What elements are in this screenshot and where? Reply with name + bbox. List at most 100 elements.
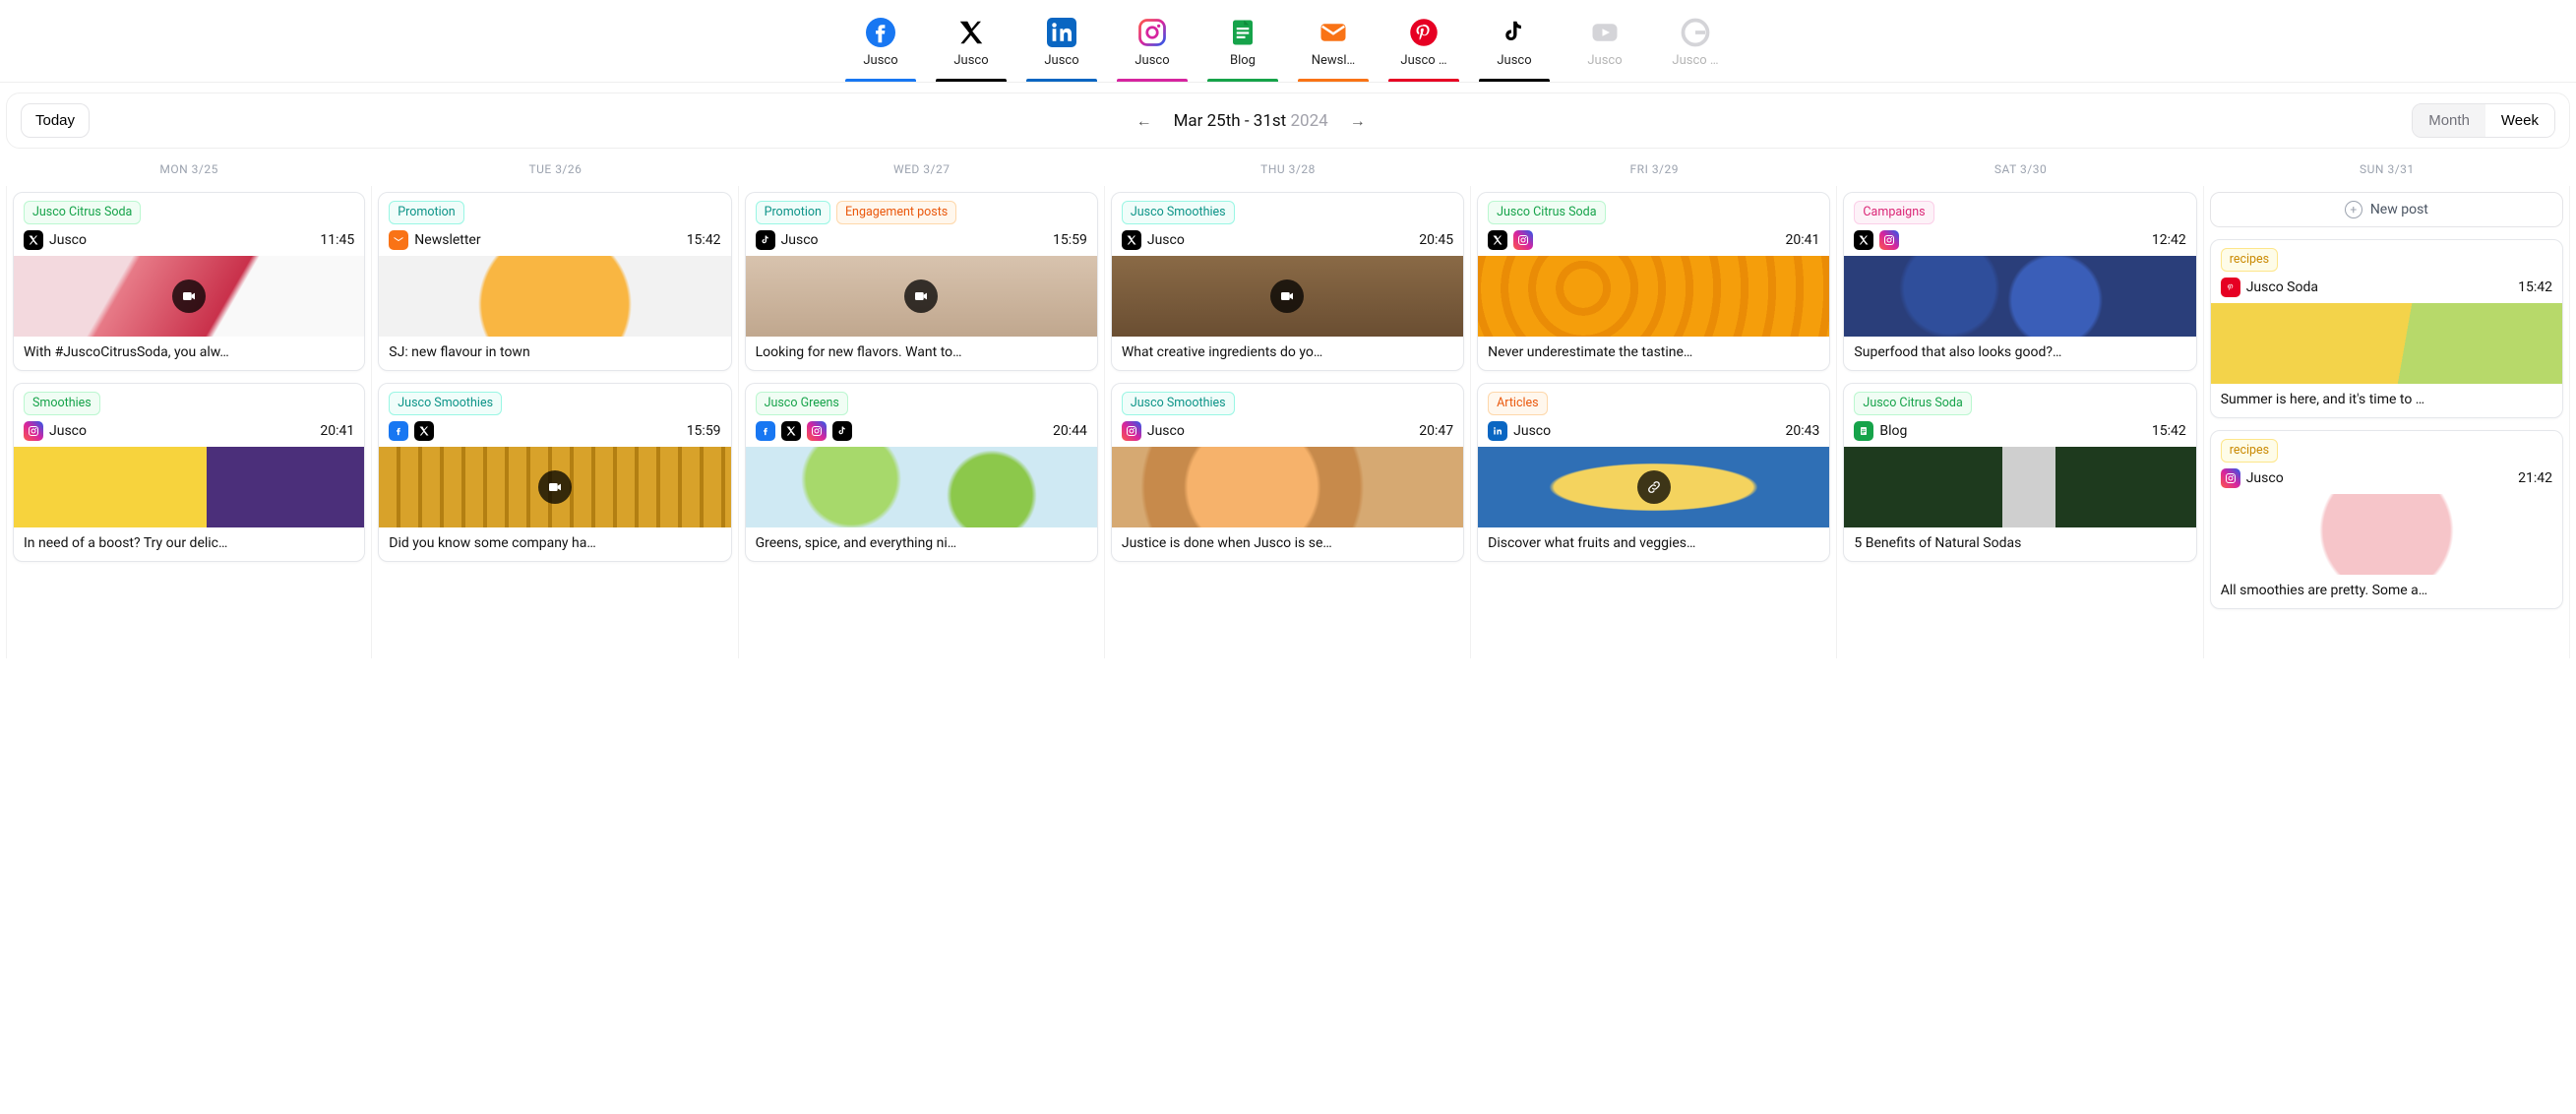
pn-icon xyxy=(2221,278,2240,297)
ig-icon xyxy=(807,421,827,441)
post-card[interactable]: recipes Jusco 21:42 All smoothies are pr… xyxy=(2210,430,2563,609)
day-headers: MON 3/25 TUE 3/26 WED 3/27 THU 3/28 FRI … xyxy=(6,156,2570,186)
today-button[interactable]: Today xyxy=(21,103,90,138)
day-column: Promotion Newsletter 15:42 SJ: new flavo… xyxy=(372,186,738,658)
post-time: 20:41 xyxy=(1786,232,1820,248)
post-time: 20:41 xyxy=(320,423,354,439)
post-card[interactable]: Jusco Smoothies Jusco 20:45 What creativ… xyxy=(1111,192,1464,371)
category-tag: Jusco Citrus Soda xyxy=(1854,392,1971,415)
x-icon xyxy=(24,230,43,250)
post-card[interactable]: PromotionEngagement posts Jusco 15:59 Lo… xyxy=(745,192,1098,371)
day-header: TUE 3/26 xyxy=(372,156,738,186)
category-tag: Jusco Citrus Soda xyxy=(1488,201,1605,224)
channel-pn[interactable]: Jusco … xyxy=(1392,18,1455,82)
yt-icon xyxy=(1590,18,1620,47)
post-thumbnail xyxy=(379,256,730,337)
channel-gg[interactable]: Jusco … xyxy=(1664,18,1727,82)
video-icon xyxy=(904,279,938,313)
gg-icon xyxy=(1681,18,1710,47)
post-thumbnail xyxy=(1478,256,1829,337)
category-tag: Promotion xyxy=(756,201,830,224)
channel-underline xyxy=(1388,79,1459,82)
channel-fb[interactable]: Jusco xyxy=(849,18,912,82)
post-card[interactable]: Smoothies Jusco 20:41 In need of a boost… xyxy=(13,383,365,562)
week-grid: Jusco Citrus Soda Jusco 11:45 With #Jusc… xyxy=(6,186,2570,658)
account-name: Jusco xyxy=(781,232,819,248)
post-caption: Did you know some company ha… xyxy=(379,527,730,561)
post-card[interactable]: Jusco Citrus Soda Jusco 11:45 With #Jusc… xyxy=(13,192,365,371)
account-name: Jusco xyxy=(1147,423,1185,439)
post-caption: With #JuscoCitrusSoda, you alw… xyxy=(14,337,364,370)
channel-label: Jusco xyxy=(1497,53,1531,68)
post-caption: SJ: new flavour in town xyxy=(379,337,730,370)
video-icon xyxy=(538,470,572,504)
bl-icon xyxy=(1854,421,1873,441)
post-card[interactable]: recipes Jusco Soda 15:42 Summer is here,… xyxy=(2210,239,2563,418)
category-tag: recipes xyxy=(2221,248,2278,272)
category-tag: Jusco Greens xyxy=(756,392,848,415)
post-card[interactable]: Campaigns 12:42 Superfood that also look… xyxy=(1843,192,2196,371)
category-tag: Engagement posts xyxy=(836,201,956,224)
post-caption: 5 Benefits of Natural Sodas xyxy=(1844,527,2195,561)
account-name: Jusco xyxy=(1513,423,1551,439)
channel-x[interactable]: Jusco xyxy=(940,18,1003,82)
channel-underline xyxy=(1207,79,1278,82)
channel-yt[interactable]: Jusco xyxy=(1573,18,1636,82)
view-week-button[interactable]: Week xyxy=(2485,104,2554,137)
post-time: 20:44 xyxy=(1053,423,1087,439)
date-navigator: ← Mar 25th - 31st 2024 → xyxy=(1133,107,1370,135)
post-thumbnail xyxy=(1844,256,2195,337)
post-thumbnail xyxy=(746,256,1097,337)
post-time: 20:43 xyxy=(1786,423,1820,439)
post-card[interactable]: Jusco Smoothies 15:59 Did you know some … xyxy=(378,383,731,562)
category-tag: Jusco Citrus Soda xyxy=(24,201,141,224)
view-month-button[interactable]: Month xyxy=(2413,104,2485,137)
next-week-arrow[interactable]: → xyxy=(1346,107,1370,135)
day-column: Campaigns 12:42 Superfood that also look… xyxy=(1837,186,2203,658)
ig-icon xyxy=(1137,18,1167,47)
channel-label: Jusco xyxy=(953,53,988,68)
channel-underline xyxy=(845,79,916,82)
in-icon xyxy=(1488,421,1507,441)
post-card[interactable]: Jusco Citrus Soda Blog 15:42 5 Benefits … xyxy=(1843,383,2196,562)
post-card[interactable]: Jusco Smoothies Jusco 20:47 Justice is d… xyxy=(1111,383,1464,562)
tt-icon xyxy=(756,230,775,250)
x-icon xyxy=(781,421,801,441)
channel-label: Blog xyxy=(1230,53,1256,68)
channel-ig[interactable]: Jusco xyxy=(1121,18,1184,82)
channel-bl[interactable]: Blog xyxy=(1211,18,1274,82)
post-card[interactable]: Jusco Citrus Soda 20:41 Never underestim… xyxy=(1477,192,1830,371)
pn-icon xyxy=(1409,18,1439,47)
channel-in[interactable]: Jusco xyxy=(1030,18,1093,82)
post-card[interactable]: Promotion Newsletter 15:42 SJ: new flavo… xyxy=(378,192,731,371)
prev-week-arrow[interactable]: ← xyxy=(1133,107,1156,135)
in-icon xyxy=(1047,18,1076,47)
channel-tt[interactable]: Jusco xyxy=(1483,18,1546,82)
channel-label: Newsl… xyxy=(1312,53,1356,68)
channel-underline xyxy=(936,79,1007,82)
channel-nl[interactable]: Newsl… xyxy=(1302,18,1365,82)
post-caption: Discover what fruits and veggies… xyxy=(1478,527,1829,561)
day-header: THU 3/28 xyxy=(1105,156,1471,186)
post-card[interactable]: Articles Jusco 20:43 Discover what fruit… xyxy=(1477,383,1830,562)
post-caption: Summer is here, and it's time to … xyxy=(2211,384,2562,417)
post-caption: Justice is done when Jusco is se… xyxy=(1112,527,1463,561)
post-thumbnail xyxy=(1112,256,1463,337)
post-time: 15:42 xyxy=(687,232,721,248)
channel-label: Jusco xyxy=(863,53,897,68)
channel-underline xyxy=(1026,79,1097,82)
fb-icon xyxy=(866,18,895,47)
x-icon xyxy=(1122,230,1141,250)
day-column: Jusco Citrus Soda 20:41 Never underestim… xyxy=(1471,186,1837,658)
post-thumbnail xyxy=(1112,447,1463,527)
ig-icon xyxy=(24,421,43,441)
ig-icon xyxy=(1879,230,1899,250)
post-card[interactable]: Jusco Greens 20:44 Greens, spice, and ev… xyxy=(745,383,1098,562)
post-time: 20:45 xyxy=(1419,232,1453,248)
date-range-label: Mar 25th - 31st 2024 xyxy=(1174,111,1328,131)
day-header: MON 3/25 xyxy=(6,156,372,186)
post-caption: All smoothies are pretty. Some a… xyxy=(2211,575,2562,608)
new-post-button[interactable]: +New post xyxy=(2210,192,2563,227)
link-icon xyxy=(1637,470,1671,504)
post-thumbnail xyxy=(379,447,730,527)
